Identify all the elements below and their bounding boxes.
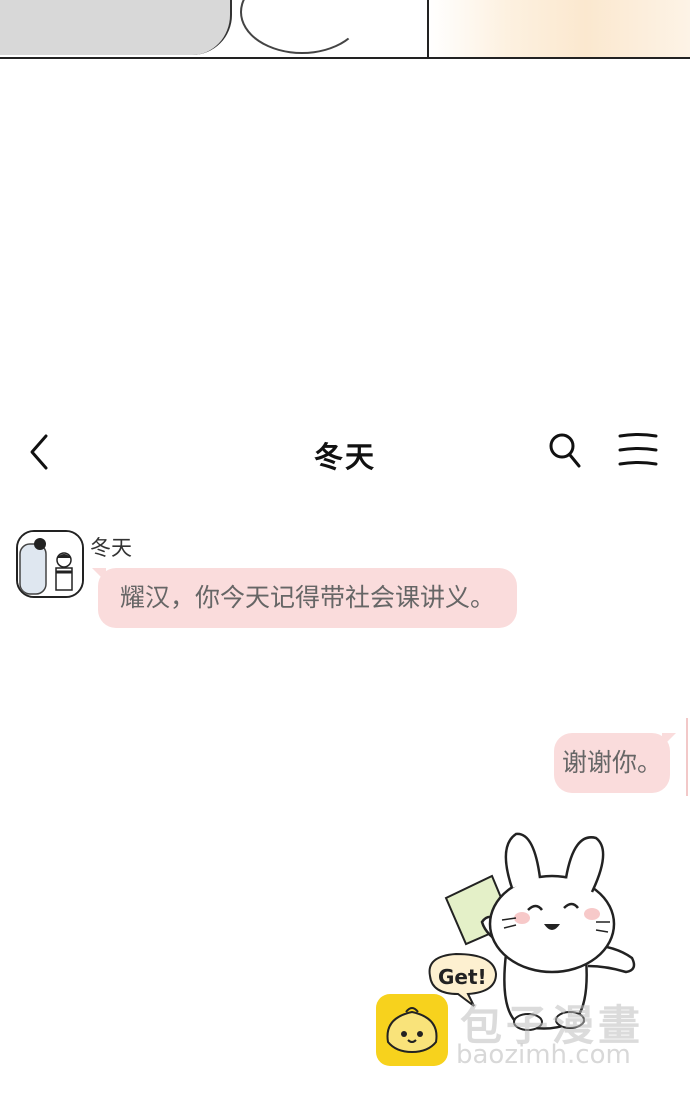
chat-title: 冬天 [313,440,376,474]
panel-figure-outline [240,0,364,54]
incoming-message-bubble: 耀汉，你今天记得带社会课讲义。 [91,568,518,628]
avatar-illustration [18,532,82,596]
search-icon[interactable] [546,428,586,472]
watermark: 包子漫畫 baozimh.com [376,992,676,1072]
panel-background-right [429,0,690,57]
sticker-bubble-text: Get! [438,965,487,989]
watermark-logo-icon [376,994,448,1066]
sender-name: 冬天 [90,536,132,560]
outgoing-message-bubble: 谢谢你。 [553,733,677,793]
comic-panel-strip [0,0,690,59]
edge-line [686,718,688,796]
panel-figure-shape [0,0,232,55]
watermark-url: baozimh.com [456,1040,631,1070]
avatar[interactable] [16,530,84,598]
menu-icon[interactable] [616,430,660,470]
chat-header: 冬天 [0,420,690,484]
